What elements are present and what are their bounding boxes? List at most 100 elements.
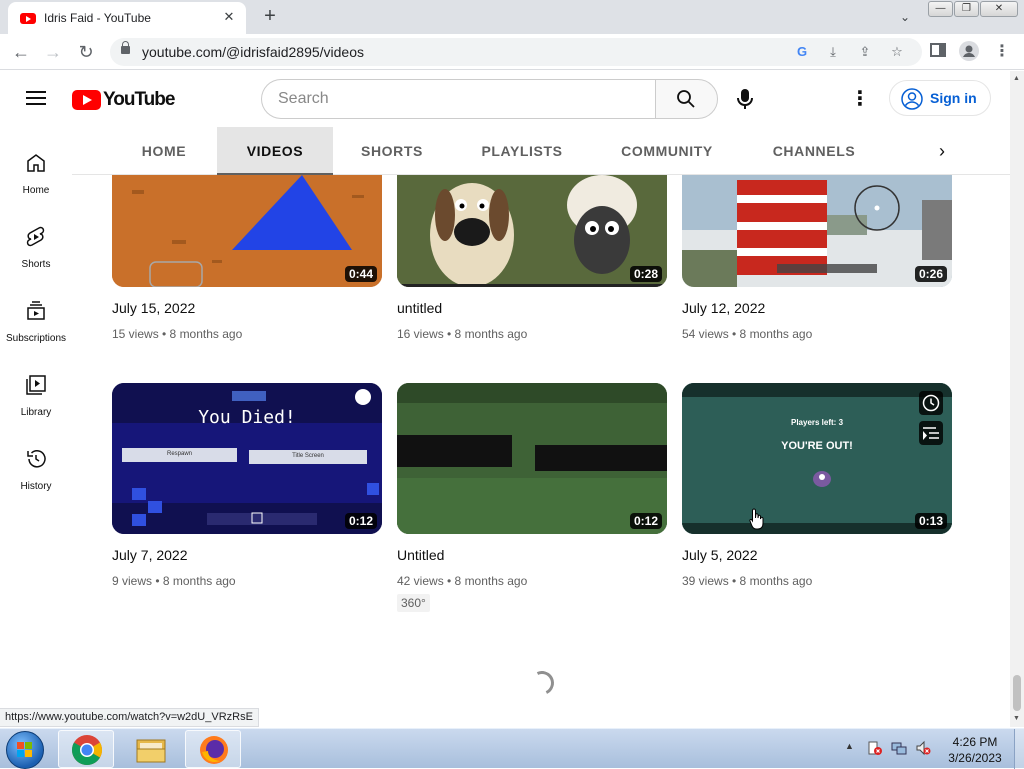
page-scrollbar[interactable]: ▲ ▼ — [1010, 71, 1024, 727]
taskbar-firefox[interactable] — [185, 730, 241, 768]
thumbnail-image — [397, 160, 667, 287]
scroll-up-arrow-icon[interactable]: ▲ — [1013, 75, 1020, 82]
guide-item-shorts[interactable]: Shorts — [0, 213, 72, 279]
tray-expand-icon[interactable]: ▲ — [845, 741, 854, 751]
new-tab-button[interactable]: + — [258, 4, 282, 28]
video-thumbnail[interactable]: Players left: 3 YOU'RE OUT! 0:13 — [682, 383, 952, 534]
video-thumbnail[interactable]: 0:28 — [397, 160, 667, 287]
video-title[interactable]: July 15, 2022 — [112, 300, 195, 316]
thumbnail-image — [112, 160, 382, 287]
link-status-bar: https://www.youtube.com/watch?v=w2dU_VRz… — [0, 708, 259, 727]
video-item[interactable]: 0:44 July 15, 2022 15 views • 8 months a… — [112, 160, 382, 350]
side-panel-icon[interactable] — [927, 41, 949, 63]
search-button[interactable] — [655, 79, 718, 119]
clock-icon — [922, 394, 940, 412]
bookmark-star-icon[interactable]: ☆ — [887, 43, 907, 61]
video-duration: 0:12 — [629, 513, 662, 529]
thumbnail-image — [682, 383, 952, 534]
restore-button[interactable]: ❐ — [954, 1, 979, 17]
tab-playlists[interactable]: PLAYLISTS — [470, 127, 574, 175]
browser-tab[interactable]: Idris Faid - YouTube ✕ — [8, 2, 246, 34]
taskbar-clock[interactable]: 4:26 PM 3/26/2023 — [940, 734, 1010, 766]
chevron-right-icon[interactable]: › — [930, 139, 954, 163]
network-icon[interactable] — [891, 740, 907, 756]
video-thumbnail[interactable]: 0:44 — [112, 160, 382, 287]
action-center-icon[interactable] — [867, 740, 883, 756]
video-item[interactable]: 0:28 untitled 16 views • 8 months ago — [397, 160, 667, 350]
guide-label-history: History — [20, 481, 52, 492]
minimize-button[interactable]: — — [928, 1, 953, 17]
video-title[interactable]: untitled — [397, 300, 442, 316]
add-to-queue-button[interactable] — [919, 421, 943, 445]
forward-arrow-icon[interactable]: → — [40, 40, 66, 64]
show-desktop-button[interactable] — [1014, 729, 1024, 769]
voice-search-button[interactable] — [727, 81, 763, 117]
clock-date: 3/26/2023 — [948, 751, 1002, 765]
video-title[interactable]: July 5, 2022 — [682, 547, 758, 563]
lock-icon — [121, 41, 130, 54]
guide-item-history[interactable]: History — [0, 435, 72, 501]
tab-close-icon[interactable]: ✕ — [220, 8, 238, 26]
video-meta: 54 views • 8 months ago — [682, 327, 813, 341]
back-arrow-icon[interactable]: ← — [8, 40, 34, 64]
tab-shorts[interactable]: SHORTS — [348, 127, 436, 175]
watch-later-button[interactable] — [919, 391, 943, 415]
subscriptions-icon — [27, 301, 45, 320]
video-thumbnail[interactable]: You Died! Respawn Title Screen 0:12 — [112, 383, 382, 534]
video-title[interactable]: July 7, 2022 — [112, 547, 188, 563]
video-thumbnail[interactable]: 0:26 — [682, 160, 952, 287]
taskbar-explorer[interactable] — [122, 730, 178, 768]
video-item[interactable]: You Died! Respawn Title Screen 0:12 July… — [112, 383, 382, 623]
guide-item-subscriptions[interactable]: Subscriptions — [0, 287, 72, 353]
address-bar[interactable]: youtube.com/@idrisfaid2895/videos G ⤓ ⇪ … — [110, 38, 922, 66]
folder-icon — [136, 739, 166, 763]
tab-home[interactable]: HOME — [120, 127, 208, 175]
browser-tabstrip: Idris Faid - YouTube ✕ + ⌄ — ❐ ✕ — [0, 0, 1024, 34]
thumbnail-subtext: Players left: 3 — [790, 418, 844, 427]
start-button[interactable] — [6, 731, 44, 769]
scrollbar-thumb[interactable] — [1013, 675, 1021, 711]
tab-title: Idris Faid - YouTube — [44, 11, 151, 25]
profile-avatar-icon[interactable] — [958, 41, 980, 63]
tab-channels[interactable]: CHANNELS — [764, 127, 864, 175]
guide-label-library: Library — [20, 407, 52, 418]
more-options-icon[interactable]: ⋮ — [848, 85, 872, 113]
tab-search-chevron-icon[interactable]: ⌄ — [893, 6, 917, 28]
browser-menu-icon[interactable]: ⋮ — [991, 41, 1013, 63]
sign-in-label: Sign in — [930, 90, 977, 106]
history-icon — [27, 450, 46, 468]
video-meta: 39 views • 8 months ago — [682, 574, 813, 588]
search-input[interactable] — [278, 88, 638, 110]
video-item[interactable]: Players left: 3 YOU'RE OUT! 0:13 July 5,… — [682, 383, 952, 623]
video-duration: 0:13 — [914, 513, 947, 529]
guide-label-subscriptions: Subscriptions — [5, 333, 67, 344]
share-icon[interactable]: ⇪ — [855, 43, 875, 61]
tab-videos[interactable]: VIDEOS — [217, 127, 333, 175]
guide-item-home[interactable]: Home — [0, 139, 72, 205]
video-duration: 0:26 — [914, 266, 947, 282]
youtube-logo-text: YouTube — [103, 89, 175, 110]
hamburger-menu-icon[interactable] — [26, 90, 46, 106]
guide-item-library[interactable]: Library — [0, 361, 72, 427]
volume-muted-icon[interactable] — [915, 740, 931, 756]
close-window-button[interactable]: ✕ — [980, 1, 1018, 17]
thumbnail-button-text: Title Screen — [292, 453, 324, 459]
tab-community[interactable]: COMMUNITY — [612, 127, 722, 175]
video-item[interactable]: 0:26 July 12, 2022 54 views • 8 months a… — [682, 160, 952, 350]
video-meta: 9 views • 8 months ago — [112, 574, 236, 588]
video-title[interactable]: July 12, 2022 — [682, 300, 765, 316]
shorts-icon — [26, 226, 45, 247]
install-icon[interactable]: ⤓ — [823, 43, 843, 61]
sign-in-button[interactable]: Sign in — [889, 80, 991, 116]
thumbnail-text: YOU'RE OUT! — [781, 440, 853, 452]
taskbar-chrome[interactable] — [58, 730, 114, 768]
youtube-logo[interactable]: YouTube — [72, 88, 175, 112]
google-icon[interactable]: G — [792, 43, 812, 61]
video-item[interactable]: 0:12 Untitled 42 views • 8 months ago 36… — [397, 383, 667, 623]
reload-icon[interactable]: ↻ — [73, 40, 99, 64]
scroll-down-arrow-icon[interactable]: ▼ — [1013, 715, 1020, 722]
video-title[interactable]: Untitled — [397, 547, 444, 563]
library-icon — [26, 375, 46, 395]
add-to-queue-icon — [923, 427, 939, 440]
video-thumbnail[interactable]: 0:12 — [397, 383, 667, 534]
